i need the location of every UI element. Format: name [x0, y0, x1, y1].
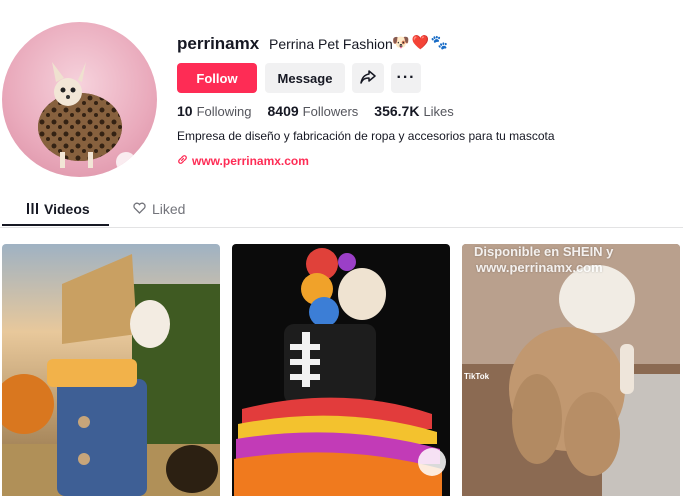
profile-link[interactable]: www.perrinamx.com: [177, 154, 309, 168]
profile-username: perrinamx: [177, 34, 260, 53]
profile-avatar[interactable]: [2, 22, 157, 177]
video-thumbnail-2[interactable]: [232, 244, 450, 496]
share-button[interactable]: [352, 63, 384, 93]
more-options-button[interactable]: ···: [391, 63, 421, 93]
video-watermark-line2: www.perrinamx.com: [476, 260, 603, 275]
dog-face-icon: 🐶: [392, 34, 410, 50]
profile-stats: 10 Following 8409 Followers 356.7K Likes: [177, 103, 470, 119]
heart-icon: ❤️: [411, 34, 429, 50]
likes-stat: 356.7K Likes: [374, 103, 454, 119]
paw-icon: 🐾: [430, 34, 449, 50]
link-icon: [177, 154, 188, 168]
video-watermark-line1: Disponible en SHEIN y: [474, 244, 614, 259]
profile-bio: Empresa de diseño y fabricación de ropa …: [177, 129, 555, 143]
profile-nickname: Perrina Pet Fashion: [269, 36, 393, 52]
heart-outline-icon: [133, 201, 146, 217]
following-count: 10: [177, 103, 193, 119]
following-stat[interactable]: 10 Following: [177, 103, 252, 119]
content-tabs: Videos Liked: [0, 195, 683, 228]
follow-button[interactable]: Follow: [177, 63, 257, 93]
tab-videos[interactable]: Videos: [27, 201, 90, 217]
followers-stat[interactable]: 8409 Followers: [268, 103, 359, 119]
tab-liked-label: Liked: [152, 201, 186, 217]
video-thumbnail-1[interactable]: [2, 244, 220, 496]
share-icon: [360, 69, 376, 87]
tab-videos-label: Videos: [44, 201, 90, 217]
grid-icon: [27, 201, 38, 217]
tab-liked[interactable]: Liked: [133, 201, 185, 217]
message-button[interactable]: Message: [265, 63, 345, 93]
tiktok-watermark: TikTok: [464, 372, 490, 381]
likes-label: Likes: [423, 104, 454, 119]
likes-count: 356.7K: [374, 103, 420, 119]
nickname-emojis: 🐶 ❤️ 🐾: [392, 34, 448, 51]
followers-count: 8409: [267, 103, 299, 119]
following-label: Following: [196, 104, 252, 119]
active-tab-indicator: [2, 224, 109, 226]
followers-label: Followers: [302, 104, 359, 119]
profile-link-text: www.perrinamx.com: [192, 154, 309, 168]
video-thumbnail-3[interactable]: [462, 244, 680, 496]
